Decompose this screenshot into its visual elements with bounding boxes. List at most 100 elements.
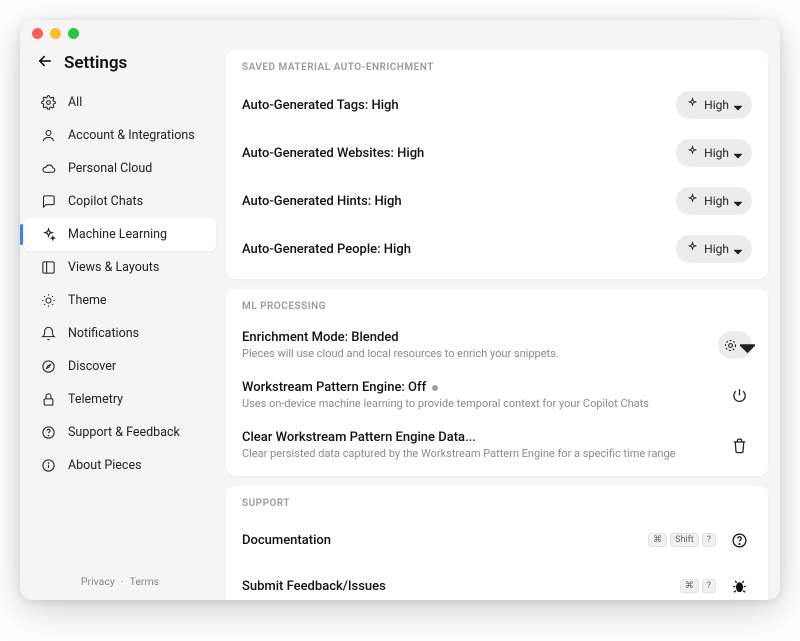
sidebar-footer: Privacy · Terms (20, 569, 220, 592)
minimize-window-button[interactable] (50, 28, 61, 39)
content-area: SAVED MATERIAL AUTO-ENRICHMENT Auto-Gene… (220, 46, 780, 600)
row-title: Auto-Generated People: High (242, 242, 676, 257)
sidebar-item-label: Telemetry (68, 392, 123, 407)
help-icon (40, 425, 56, 441)
clear-data-button[interactable] (726, 432, 752, 458)
kbd-key: ? (702, 579, 716, 593)
footer-separator: · (121, 575, 124, 588)
chevron-down-icon (734, 101, 742, 109)
power-icon (731, 387, 748, 404)
sidebar-item-notifications[interactable]: Notifications (20, 317, 220, 350)
sidebar-item-machine-learning[interactable]: Machine Learning (24, 218, 216, 251)
pill-label: High (704, 146, 729, 160)
sidebar-header: Settings (20, 50, 220, 86)
kbd-key: Shift (670, 533, 699, 547)
sidebar-item-label: Theme (68, 293, 107, 308)
row-subtitle: Clear persisted data captured by the Wor… (242, 447, 726, 460)
card-heading: SUPPORT (242, 498, 752, 509)
row-title: Documentation (242, 533, 648, 548)
sidebar-item-label: Views & Layouts (68, 260, 159, 275)
pill-label: High (704, 98, 729, 112)
sidebar-item-telemetry[interactable]: Telemetry (20, 383, 220, 416)
chevron-down-icon (734, 149, 742, 157)
user-icon (40, 128, 56, 144)
row-title: Auto-Generated Hints: High (242, 194, 676, 209)
sidebar-item-views-layouts[interactable]: Views & Layouts (20, 251, 220, 284)
card-auto-enrichment: SAVED MATERIAL AUTO-ENRICHMENT Auto-Gene… (226, 50, 768, 279)
sidebar-item-about[interactable]: About Pieces (20, 449, 220, 482)
back-button[interactable] (36, 52, 54, 74)
sidebar-item-theme[interactable]: Theme (20, 284, 220, 317)
sparkle-icon (686, 145, 699, 161)
enrichment-mode-dropdown[interactable] (718, 331, 752, 359)
compass-icon (40, 359, 56, 375)
workstream-engine-power-button[interactable] (726, 382, 752, 408)
sidebar-item-support-feedback[interactable]: Support & Feedback (20, 416, 220, 449)
chevron-down-icon (734, 197, 742, 205)
kbd-key: ⌘ (648, 533, 667, 547)
privacy-link[interactable]: Privacy (81, 575, 115, 588)
kbd-shortcut: ⌘ Shift ? (648, 533, 716, 547)
row-title-text: Workstream Pattern Engine: Off (242, 380, 426, 395)
brightness-icon (40, 293, 56, 309)
sparkle-icon (686, 241, 699, 257)
layout-icon (40, 260, 56, 276)
kbd-key: ⌘ (680, 579, 699, 593)
sidebar-item-copilot-chats[interactable]: Copilot Chats (20, 185, 220, 218)
page-title: Settings (64, 53, 127, 73)
zoom-window-button[interactable] (68, 28, 79, 39)
sidebar-item-personal-cloud[interactable]: Personal Cloud (20, 152, 220, 185)
row-title: Auto-Generated Websites: High (242, 146, 676, 161)
sidebar-item-label: Notifications (68, 326, 139, 341)
gear-icon (40, 95, 56, 111)
auto-people-level-dropdown[interactable]: High (676, 235, 752, 263)
card-heading: SAVED MATERIAL AUTO-ENRICHMENT (242, 62, 752, 73)
sidebar-item-label: Personal Cloud (68, 161, 152, 176)
row-title: Submit Feedback/Issues (242, 579, 680, 594)
sidebar-item-all[interactable]: All (20, 86, 220, 119)
row-title: Auto-Generated Tags: High (242, 98, 676, 113)
chevron-down-icon (734, 245, 742, 253)
auto-websites-level-dropdown[interactable]: High (676, 139, 752, 167)
help-circle-icon (731, 532, 748, 549)
row-clear-workstream-data: Clear Workstream Pattern Engine Data... … (242, 420, 752, 470)
sparkle-icon (686, 193, 699, 209)
submit-feedback-button[interactable] (726, 573, 752, 599)
sidebar-item-label: Machine Learning (68, 227, 167, 242)
kbd-shortcut: ⌘ ? (680, 579, 716, 593)
auto-hints-level-dropdown[interactable]: High (676, 187, 752, 215)
row-enrichment-mode: Enrichment Mode: Blended Pieces will use… (242, 320, 752, 370)
card-ml-processing: ML PROCESSING Enrichment Mode: Blended P… (226, 289, 768, 476)
row-subtitle: Pieces will use cloud and local resource… (242, 347, 718, 360)
row-auto-people: Auto-Generated People: High High (242, 225, 752, 273)
sparkle-icon (686, 97, 699, 113)
sidebar-item-label: Discover (68, 359, 116, 374)
sidebar-item-label: About Pieces (68, 458, 142, 473)
chat-icon (40, 194, 56, 210)
sparkle-icon (40, 227, 56, 243)
card-heading: ML PROCESSING (242, 301, 752, 312)
terms-link[interactable]: Terms (130, 575, 160, 588)
auto-tags-level-dropdown[interactable]: High (676, 91, 752, 119)
pill-label: High (704, 194, 729, 208)
row-auto-websites: Auto-Generated Websites: High High (242, 129, 752, 177)
close-window-button[interactable] (32, 28, 43, 39)
window-titlebar (20, 20, 780, 46)
trash-icon (731, 437, 748, 454)
kbd-key: ? (702, 533, 716, 547)
row-workstream-engine: Workstream Pattern Engine: Off Uses on-d… (242, 370, 752, 420)
sidebar-item-label: Account & Integrations (68, 128, 195, 143)
sidebar-item-label: All (68, 95, 82, 110)
row-title: Clear Workstream Pattern Engine Data... (242, 430, 726, 445)
documentation-button[interactable] (726, 527, 752, 553)
chevron-down-icon (740, 341, 748, 349)
row-submit-feedback: Submit Feedback/Issues ⌘ ? (242, 563, 752, 600)
sidebar-item-discover[interactable]: Discover (20, 350, 220, 383)
row-documentation: Documentation ⌘ Shift ? (242, 517, 752, 563)
bug-icon (731, 578, 748, 595)
row-subtitle: Uses on-device machine learning to provi… (242, 397, 726, 410)
sidebar-item-account[interactable]: Account & Integrations (20, 119, 220, 152)
settings-window: Settings All Account & Integrations Pers… (20, 20, 780, 600)
row-title: Enrichment Mode: Blended (242, 330, 718, 345)
info-icon (40, 458, 56, 474)
